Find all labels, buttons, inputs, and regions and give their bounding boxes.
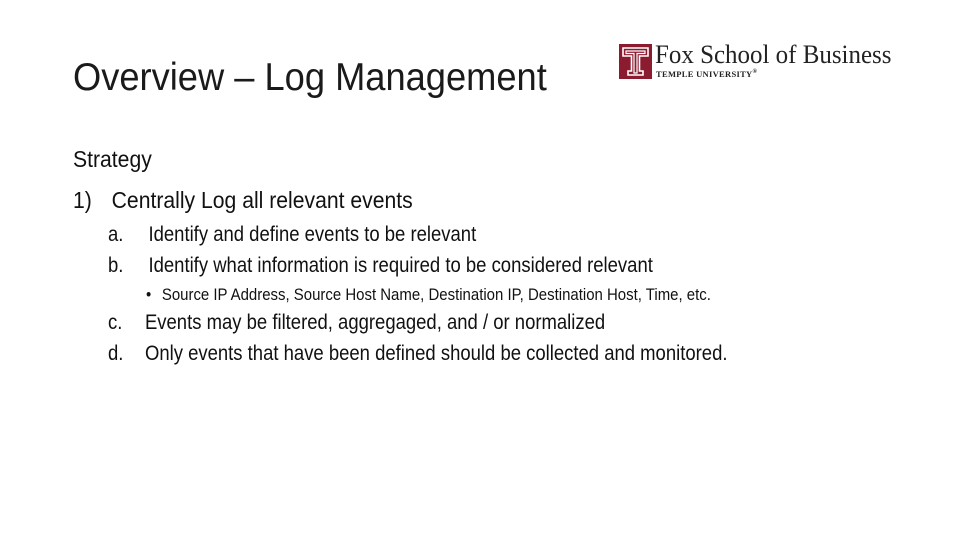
logo-school-name: Fox School of Business [655, 40, 892, 69]
strategy-heading: Strategy [73, 146, 152, 172]
subpoint-text: Only events that have been defined shoul… [144, 342, 728, 365]
subpoint-letter: c. [108, 311, 123, 334]
temple-t-icon [619, 44, 652, 79]
subpoint-text: Identify what information is required to… [148, 254, 653, 277]
subpoint-item: b. Identify what information is required … [108, 254, 653, 278]
slide: Overview – Log Management Fox School of … [0, 0, 960, 540]
slide-title: Overview – Log Management [73, 56, 547, 99]
fox-school-logo: Fox School of Business TEMPLE UNIVERSITY… [619, 40, 891, 82]
registered-mark: ® [752, 69, 758, 76]
numbered-point: 1) Centrally Log all relevant events [73, 187, 413, 214]
logo-university-text: TEMPLE UNIVERSITY [656, 69, 753, 79]
bullet-item: • Source IP Address, Source Host Name, De… [146, 285, 711, 305]
bullet-icon: • [146, 285, 152, 304]
logo-university-name: TEMPLE UNIVERSITY® [656, 69, 757, 79]
subpoint-item: c. Events may be filtered, aggregaged, an… [108, 311, 605, 335]
point-text: Centrally Log all relevant events [111, 187, 413, 213]
point-number: 1) [73, 187, 92, 213]
subpoint-text: Events may be filtered, aggregaged, and … [144, 311, 606, 334]
subpoint-item: a. Identify and define events to be relev… [108, 223, 476, 247]
subpoint-letter: b. [108, 254, 124, 277]
bullet-text: Source IP Address, Source Host Name, Des… [161, 285, 711, 304]
subpoint-item: d. Only events that have been defined sho… [108, 342, 727, 366]
subpoint-letter: d. [108, 342, 124, 365]
subpoint-letter: a. [108, 223, 124, 246]
subpoint-text: Identify and define events to be relevan… [148, 223, 477, 246]
